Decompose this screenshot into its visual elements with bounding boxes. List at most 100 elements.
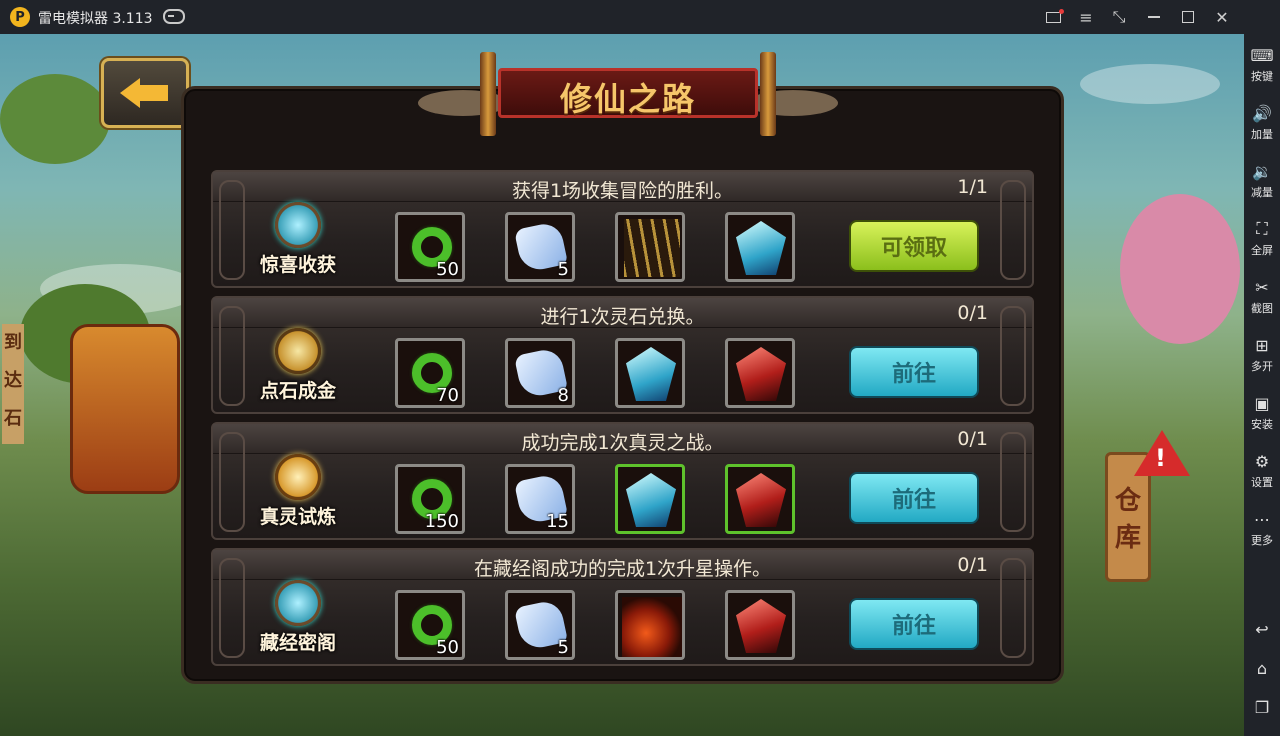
task-description: 进行1次灵石兑换。 (540, 306, 705, 328)
reward-slot[interactable] (615, 338, 685, 408)
arrow-left-icon (120, 78, 170, 108)
task-name: 真灵试炼 (259, 506, 336, 528)
nav-recent-apps-button[interactable]: ❐ (1244, 696, 1280, 718)
menu-icon[interactable]: ≡ (1075, 6, 1097, 28)
sidebar-item-fullscreen[interactable]: ⛶ 全屏 (1244, 218, 1280, 258)
blue-crystal-icon (626, 347, 676, 401)
fire-coral-icon (622, 597, 682, 657)
app-name: 雷电模拟器 (38, 11, 108, 27)
sidebar-item-volume-down[interactable]: 🔉 减量 (1244, 160, 1280, 200)
claim-button[interactable]: 可领取 (849, 220, 979, 272)
side-sign: 到 达 石 (2, 324, 24, 444)
reward-slot[interactable] (725, 212, 795, 282)
maximize-button[interactable] (1177, 6, 1199, 28)
sidebar-item-install[interactable]: ▣ 安装 (1244, 392, 1280, 432)
sidebar-item-multi-instance[interactable]: ⊞ 多开 (1244, 334, 1280, 374)
tree-decoration (0, 74, 110, 164)
go-button[interactable]: 前往 (849, 346, 979, 398)
cloud-decoration (1080, 64, 1220, 104)
keyboard-icon: ⌨ (1250, 45, 1274, 65)
emulator-titlebar: P 雷电模拟器 3.113 ≡ ⤡ ✕ « (0, 0, 1280, 34)
emulator-sidebar: ⌨ 按键 🔊 加量 🔉 减量 ⛶ 全屏 ✂ 截图 ⊞ 多开 ▣ 安装 ⚙ 设置 … (1244, 0, 1280, 736)
task-progress: 0/1 (957, 554, 988, 576)
reward-slot[interactable] (615, 212, 685, 282)
reward-slot[interactable]: 5 (505, 212, 575, 282)
minimize-button[interactable] (1143, 6, 1165, 28)
reward-qty: 70 (436, 385, 459, 406)
sidebar-item-label: 更多 (1251, 534, 1273, 547)
red-crystal-icon (736, 599, 786, 653)
reward-slot[interactable]: 70 (395, 338, 465, 408)
gamepad-icon[interactable] (163, 9, 185, 24)
task-row: 获得1场收集冒险的胜利。 1/1 惊喜收获 50 5 可领取 (211, 170, 1034, 288)
blue-crystal-icon (626, 473, 676, 527)
task-progress: 0/1 (957, 302, 988, 324)
sidebar-item-label: 安装 (1251, 418, 1273, 431)
scroll-pole-left (480, 52, 496, 136)
sidebar-item-label: 截图 (1251, 302, 1273, 315)
task-name: 藏经密阁 (259, 632, 336, 654)
reward-slot[interactable]: 150 (395, 464, 465, 534)
sidebar-item-label: 全屏 (1251, 244, 1273, 257)
go-button[interactable]: 前往 (849, 472, 979, 524)
task-progress: 0/1 (957, 428, 988, 450)
task-row: 成功完成1次真灵之战。 0/1 真灵试炼 150 15 前往 (211, 422, 1034, 540)
medallion-icon (275, 202, 321, 248)
red-crystal-icon (736, 347, 786, 401)
nav-back-button[interactable]: ↩ (1244, 618, 1280, 640)
reward-qty: 8 (557, 385, 569, 406)
blossom-tree-decoration (1120, 194, 1240, 344)
warning-mark: ! (1155, 444, 1166, 472)
reward-slot[interactable] (615, 464, 685, 534)
volume-up-icon: 🔊 (1252, 103, 1272, 123)
mail-icon[interactable] (1042, 6, 1064, 28)
gear-icon: ⚙ (1254, 451, 1270, 471)
go-button[interactable]: 前往 (849, 598, 979, 650)
task-row: 在藏经阁成功的完成1次升星操作。 0/1 藏经密阁 50 5 前往 (211, 548, 1034, 666)
reward-slot[interactable] (615, 590, 685, 660)
sidebar-item-label: 设置 (1251, 476, 1273, 489)
reward-qty: 5 (557, 637, 569, 658)
app-version: 3.113 (112, 11, 153, 27)
sidebar-item-keymap[interactable]: ⌨ 按键 (1244, 44, 1280, 84)
reward-slot[interactable] (725, 590, 795, 660)
home-icon: ⌂ (1256, 658, 1268, 678)
reward-slot[interactable]: 50 (395, 590, 465, 660)
task-description: 成功完成1次真灵之战。 (521, 432, 724, 454)
reward-slot[interactable]: 15 (505, 464, 575, 534)
sidebar-item-screenshot[interactable]: ✂ 截图 (1244, 276, 1280, 316)
recent-apps-icon: ❐ (1254, 697, 1270, 717)
reward-slot[interactable]: 5 (505, 590, 575, 660)
sidebar-item-label: 按键 (1251, 70, 1273, 83)
page-title: 修仙之路 (559, 80, 696, 118)
task-badge: 惊喜收获 (253, 202, 343, 288)
sword-icon (275, 454, 321, 500)
back-button[interactable] (101, 58, 189, 128)
side-sign-char: 达 (4, 370, 22, 391)
reward-qty: 150 (424, 511, 459, 532)
alchemy-icon (275, 328, 321, 374)
sidebar-item-volume-up[interactable]: 🔊 加量 (1244, 102, 1280, 142)
shrink-window-icon[interactable]: ⤡ (1108, 6, 1130, 28)
sidebar-item-label: 减量 (1251, 186, 1273, 199)
close-button[interactable]: ✕ (1211, 6, 1233, 28)
sidebar-item-settings[interactable]: ⚙ 设置 (1244, 450, 1280, 490)
more-dots-icon: ⋯ (1254, 509, 1270, 529)
nav-home-button[interactable]: ⌂ (1244, 657, 1280, 679)
reward-qty: 50 (436, 259, 459, 280)
reward-slot[interactable] (725, 338, 795, 408)
title-banner: 修仙之路 (418, 52, 838, 136)
reward-slot[interactable]: 50 (395, 212, 465, 282)
task-description: 在藏经阁成功的完成1次升星操作。 (473, 558, 772, 580)
warehouse-char: 库 (1114, 523, 1141, 553)
reward-slot[interactable] (725, 464, 795, 534)
sidebar-item-label: 多开 (1251, 360, 1273, 373)
warehouse-char: 仓 (1114, 486, 1141, 516)
reward-slot[interactable]: 8 (505, 338, 575, 408)
task-progress: 1/1 (957, 176, 988, 198)
sidebar-item-more[interactable]: ⋯ 更多 (1244, 508, 1280, 548)
task-badge: 真灵试炼 (253, 454, 343, 540)
scissors-icon: ✂ (1255, 277, 1269, 297)
task-badge: 藏经密阁 (253, 580, 343, 666)
reward-qty: 5 (557, 259, 569, 280)
